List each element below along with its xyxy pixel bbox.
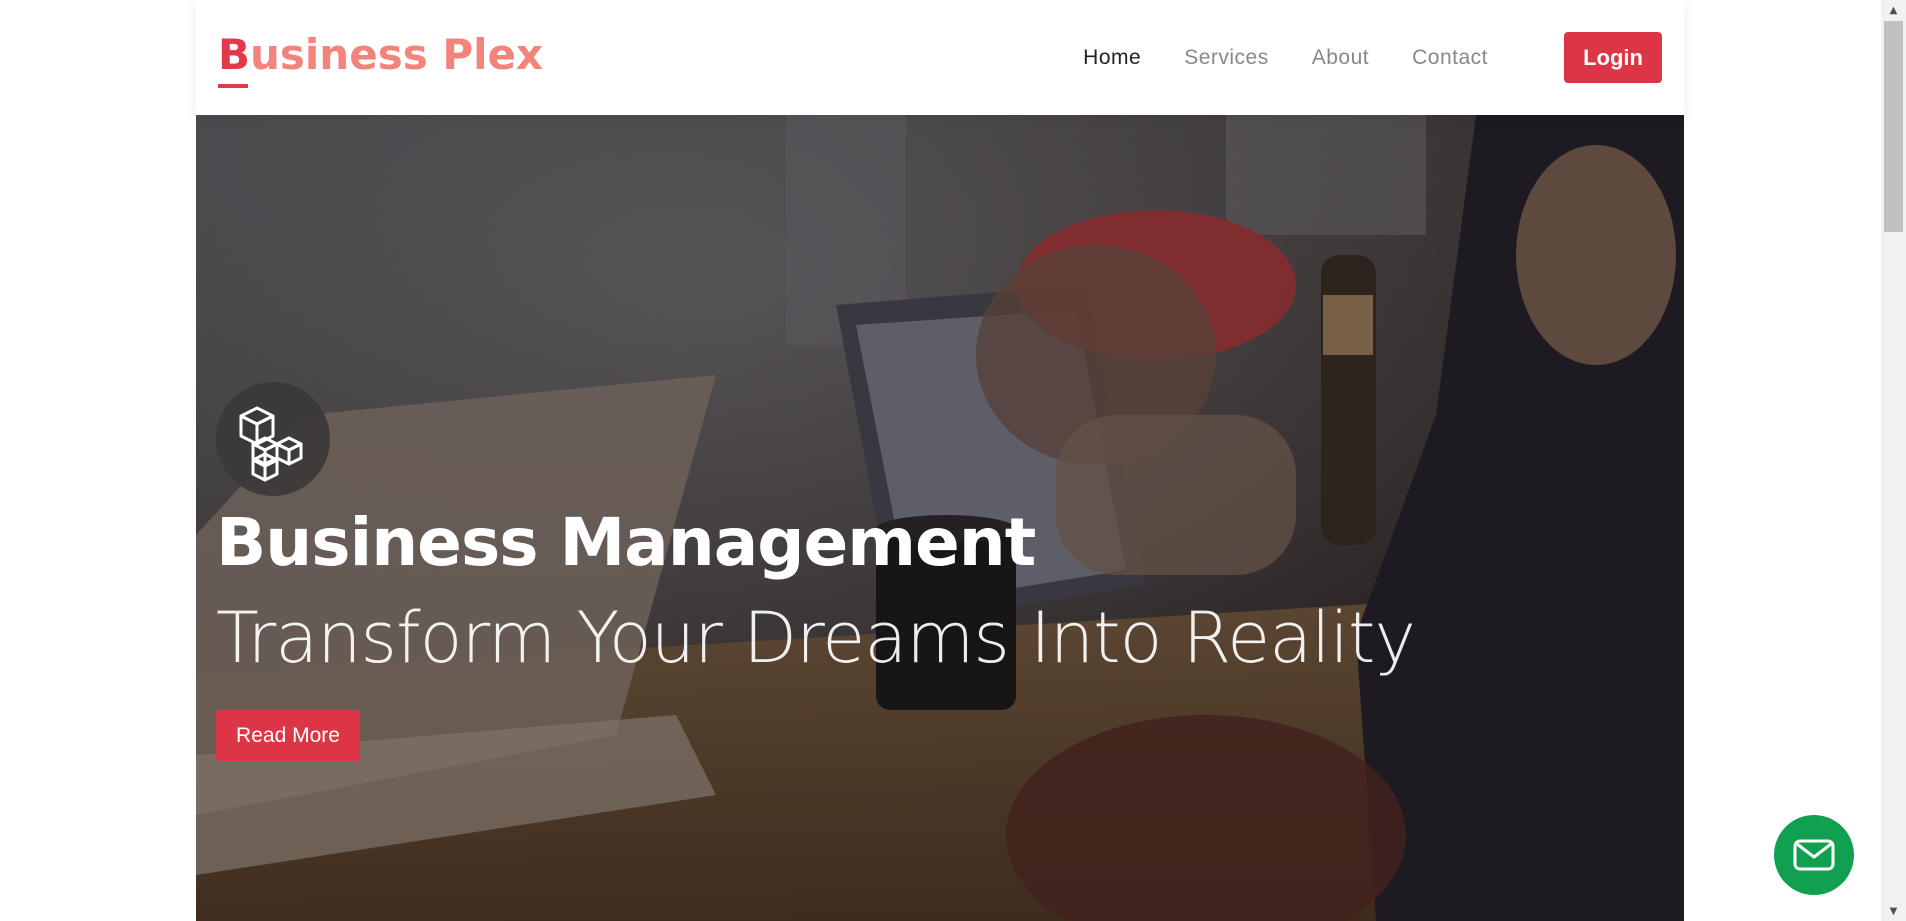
mail-fab-button[interactable] — [1774, 815, 1854, 895]
scrollbar-thumb[interactable] — [1884, 21, 1903, 232]
brand-logo[interactable]: Business Plex — [218, 26, 543, 84]
page: Business Plex Home Services About Contac… — [0, 0, 1906, 921]
main-container: Business Plex Home Services About Contac… — [196, 0, 1684, 921]
nav-link-services[interactable]: Services — [1184, 46, 1269, 70]
stacked-cubes-icon — [216, 382, 330, 496]
vertical-scrollbar[interactable]: ▲ ▼ — [1881, 0, 1906, 921]
logo-first-letter: B — [218, 30, 251, 79]
navbar: Business Plex Home Services About Contac… — [196, 0, 1684, 115]
hero-subtitle: Transform Your Dreams Into Reality — [216, 597, 1416, 679]
logo-underline — [218, 84, 248, 88]
nav-link-contact[interactable]: Contact — [1412, 46, 1488, 70]
nav-links: Home Services About Contact — [1040, 38, 1488, 78]
nav-link-home[interactable]: Home — [1083, 46, 1141, 70]
hero-title: Business Management — [216, 504, 1036, 581]
mail-icon — [1793, 839, 1835, 871]
scroll-up-arrow-icon[interactable]: ▲ — [1881, 0, 1906, 20]
scroll-down-arrow-icon[interactable]: ▼ — [1881, 901, 1906, 921]
logo-text: usiness Plex — [250, 30, 544, 79]
login-button[interactable]: Login — [1564, 32, 1662, 83]
hero-section: Business Management Transform Your Dream… — [196, 115, 1684, 921]
nav-link-about[interactable]: About — [1312, 46, 1369, 70]
read-more-button[interactable]: Read More — [216, 710, 360, 761]
